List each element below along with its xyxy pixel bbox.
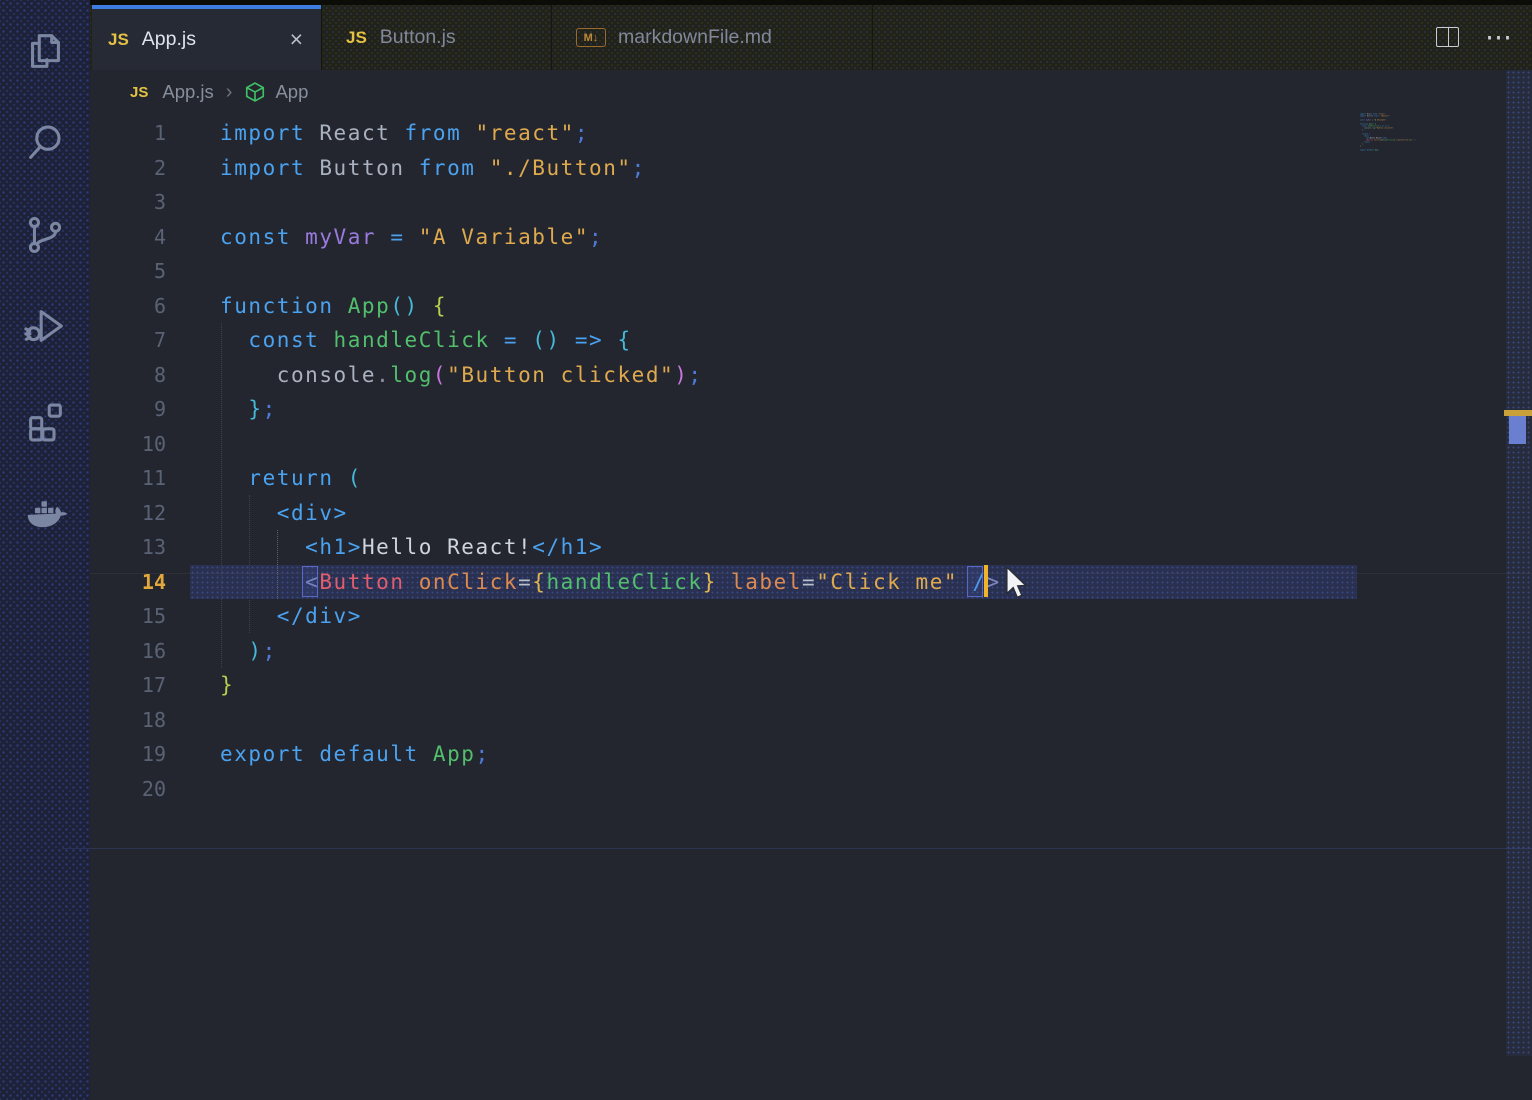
chevron-right-icon: › (225, 80, 233, 103)
js-file-icon: JS (346, 27, 367, 47)
search-icon[interactable] (22, 120, 68, 166)
code-area[interactable]: import React from "react"; import Button… (220, 116, 1001, 806)
divider-line (62, 848, 1532, 849)
tab-label: App.js (141, 28, 196, 50)
run-debug-icon[interactable] (22, 303, 68, 349)
more-actions-icon[interactable]: ⋯ (1485, 24, 1514, 51)
split-editor-icon[interactable] (1436, 27, 1459, 47)
breadcrumb-file[interactable]: App.js (162, 81, 213, 103)
tab-bar: JS App.js × JS Button.js M↓ markdownFile… (90, 0, 1532, 70)
vscode-window: JS App.js × JS Button.js M↓ markdownFile… (0, 0, 1532, 1100)
tab-label: markdownFile.md (618, 26, 772, 48)
symbol-class-icon (244, 81, 266, 103)
explorer-icon[interactable] (22, 29, 68, 75)
tab-label: Button.js (379, 26, 456, 48)
line-number-gutter: 1 2 3 4 5 6 7 8 9 10 11 12 13 14 15 16 1… (141, 121, 166, 801)
minimap[interactable]: import React from "react"; import Button… (1360, 113, 1506, 413)
mouse-pointer-icon (1003, 565, 1029, 605)
js-file-icon: JS (130, 83, 149, 101)
bracket-match-close (967, 566, 983, 597)
tab-app-js[interactable]: JS App.js × (92, 5, 321, 70)
bracket-match-open (302, 566, 318, 597)
markdown-file-icon: M↓ (576, 28, 606, 47)
docker-icon[interactable] (22, 490, 68, 536)
text-caret (984, 565, 988, 597)
tab-markdownfile-md[interactable]: M↓ markdownFile.md (551, 5, 873, 70)
editor-actions: ⋯ (1436, 24, 1514, 51)
overview-ruler-marker (1509, 416, 1526, 444)
scrollbar-track[interactable] (1506, 70, 1532, 1056)
tab-button-js[interactable]: JS Button.js (321, 5, 551, 70)
breadcrumb: JS App.js › App (90, 70, 308, 114)
extensions-icon[interactable] (22, 397, 68, 443)
activity-bar (0, 0, 90, 1100)
source-control-icon[interactable] (22, 212, 68, 258)
close-icon[interactable]: × (290, 28, 303, 51)
js-file-icon: JS (108, 29, 129, 49)
divider-line (90, 572, 1532, 574)
breadcrumb-symbol[interactable]: App (275, 81, 308, 103)
